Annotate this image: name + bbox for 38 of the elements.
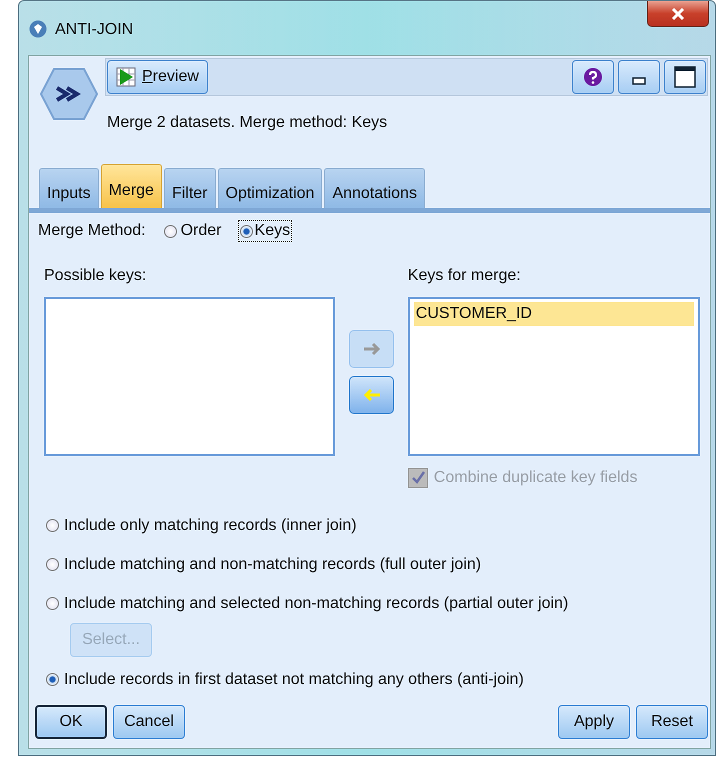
radio-button[interactable]: Order [164, 222, 222, 240]
dialog-button[interactable]: Apply [558, 705, 630, 739]
radio-button[interactable]: Include matching and selected non-matching records (partial outer join) [46, 584, 568, 623]
left-arrow-icon [362, 388, 380, 402]
possible-keys-list[interactable] [44, 297, 336, 456]
keys-for-merge-list[interactable]: CUSTOMER_ID [408, 297, 700, 456]
field-label: Merge Method: [38, 222, 146, 240]
help-icon [583, 67, 603, 87]
help-button[interactable] [572, 60, 614, 94]
list-item[interactable]: CUSTOMER_ID [414, 302, 694, 326]
tab[interactable]: Inputs [39, 168, 99, 208]
list-label: Keys for merge: [408, 267, 522, 286]
minimize-button[interactable] [618, 60, 660, 94]
list-label: Possible keys: [44, 267, 148, 286]
right-arrow-icon [362, 342, 380, 356]
radio-button[interactable]: Include records in first dataset not matching any others (anti-join) [46, 660, 524, 699]
radio-button[interactable]: Include matching and non-matching records (full outer join) [46, 545, 482, 584]
minimize-icon [632, 77, 646, 85]
remove-key-button[interactable] [349, 376, 394, 414]
merge-node-icon [39, 66, 99, 122]
tab[interactable]: Optimization [218, 168, 322, 208]
radio-button[interactable]: Include only matching records (inner join) [46, 506, 357, 545]
dialog-button[interactable]: Reset [636, 705, 708, 739]
maximize-icon [673, 65, 697, 89]
tab[interactable]: Filter [164, 168, 216, 208]
close-button[interactable] [647, 1, 709, 27]
node-description: Merge 2 datasets. Merge method: Keys [106, 114, 388, 132]
checkmark-icon [410, 470, 426, 486]
tab[interactable]: Annotations [324, 168, 425, 208]
dialog-button[interactable]: Cancel [113, 705, 185, 739]
window-title: ANTI-JOIN [55, 20, 134, 40]
preview-button[interactable]: Preview [107, 60, 208, 94]
play-grid-icon [116, 67, 136, 87]
tab[interactable]: Merge [100, 164, 162, 208]
close-icon [671, 8, 685, 20]
radio-button[interactable]: Keys [240, 222, 290, 240]
maximize-button[interactable] [664, 60, 706, 94]
dialog-button[interactable]: OK [35, 705, 107, 739]
